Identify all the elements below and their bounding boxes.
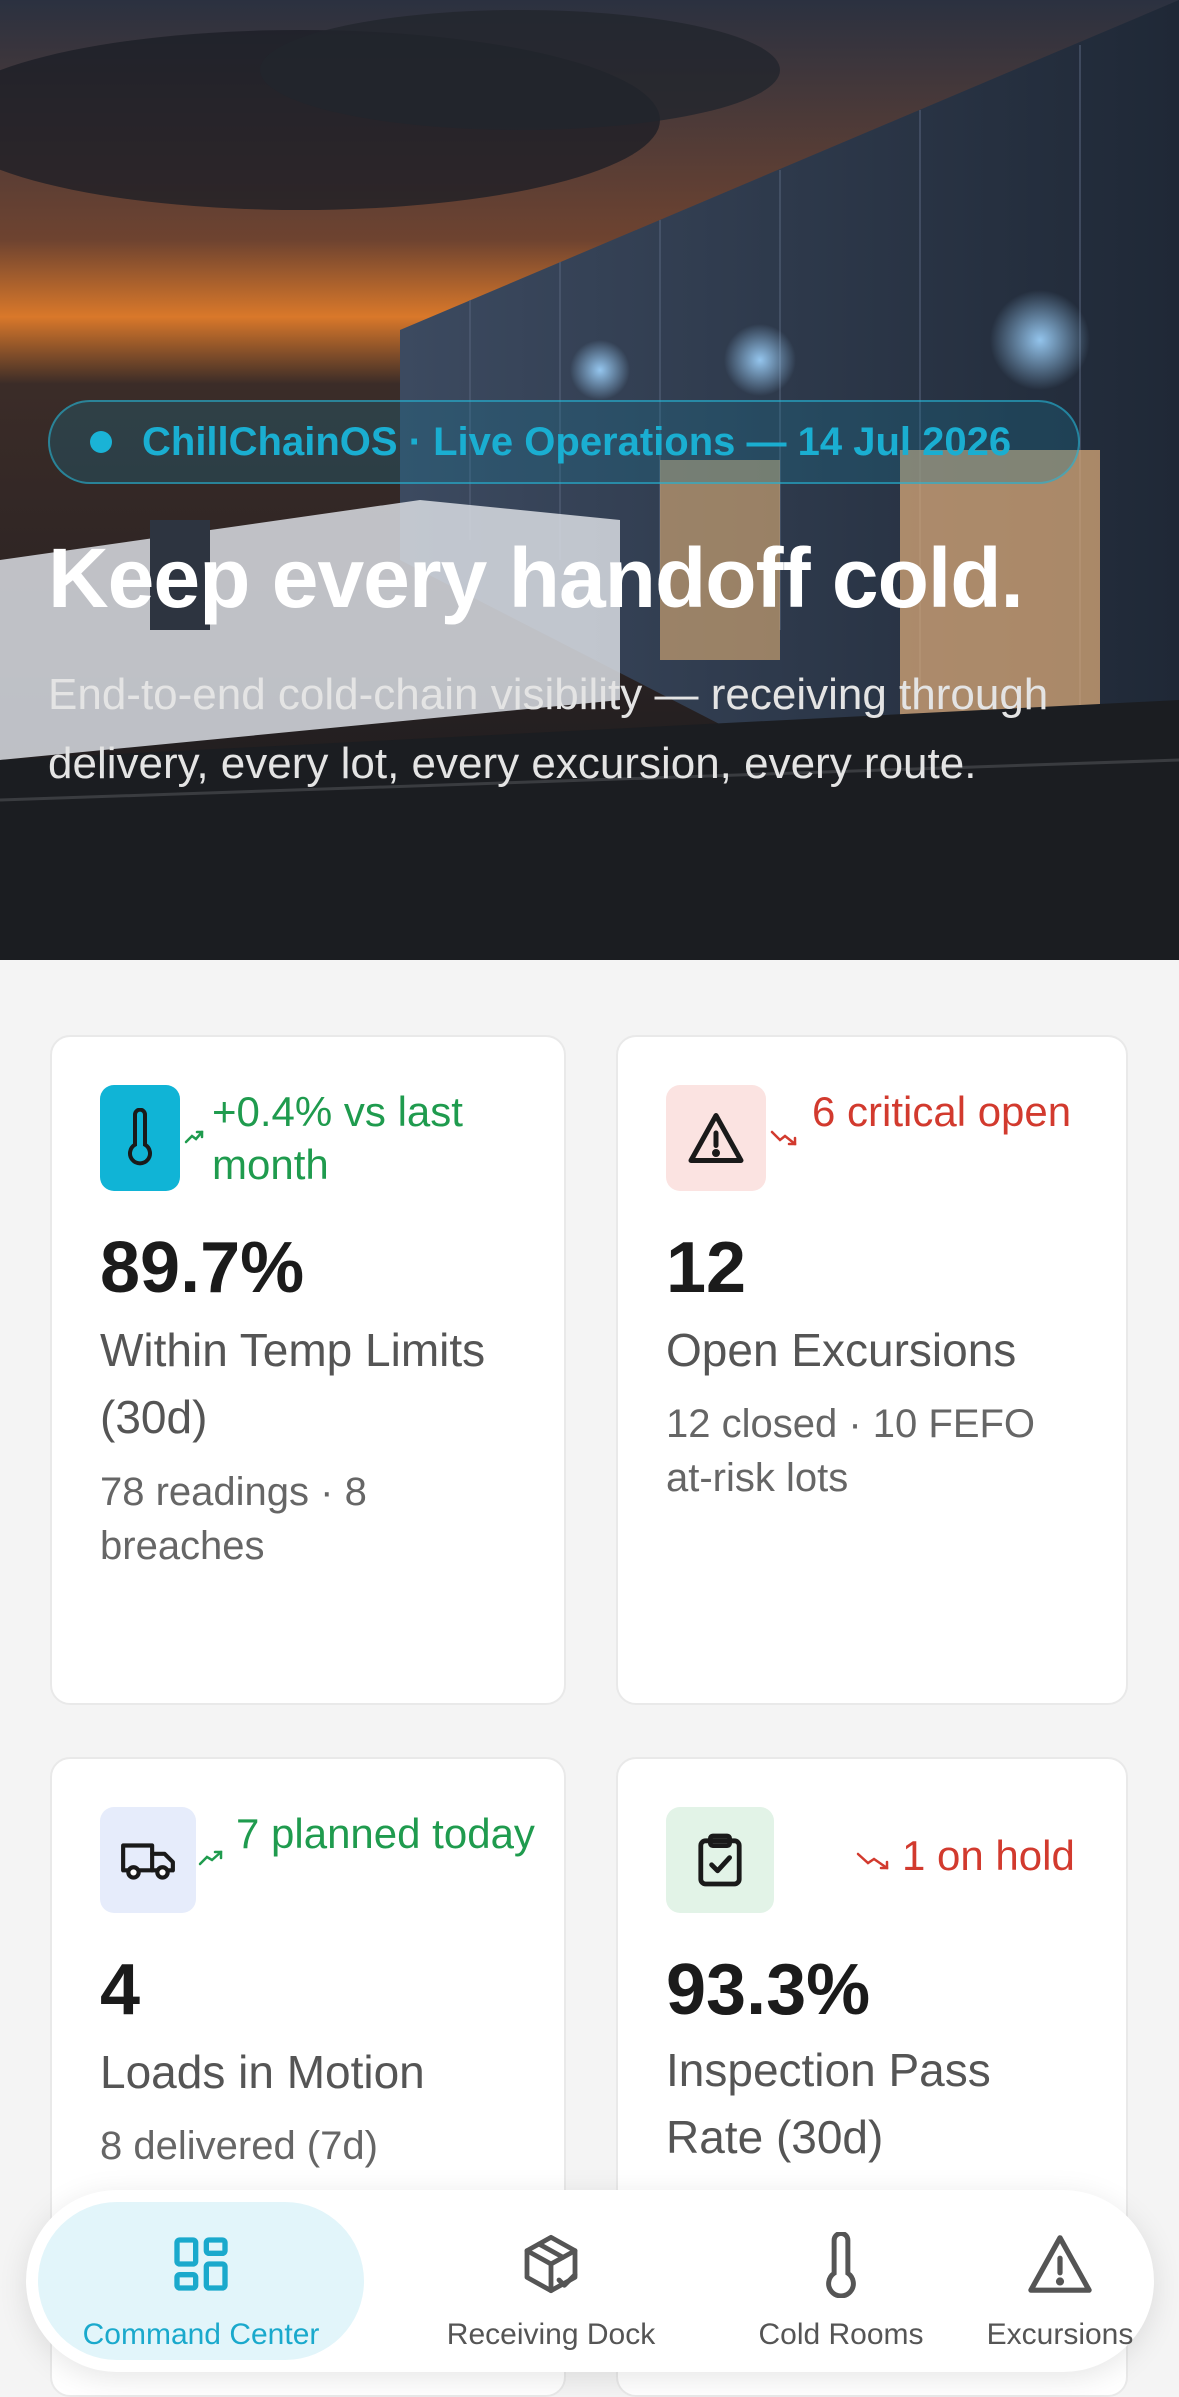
trend-down-icon <box>856 1852 889 1870</box>
warning-icon-box <box>666 1085 766 1191</box>
metric-label: Within Temp Limits (30d) <box>100 1324 486 1443</box>
metric-meta: 78 readings · 8 breaches <box>100 1470 367 1568</box>
thermometer-icon <box>128 1108 152 1166</box>
metric-meta: 12 closed · 10 FEFO at-risk lots <box>666 1402 1036 1500</box>
truck-icon <box>121 1843 175 1880</box>
trend-text: 6 critical open <box>812 1088 1072 1135</box>
metric-value: 4 <box>100 1950 141 2030</box>
hero-banner: ChillChainOS · Live Operations — 14 Jul … <box>0 0 1179 960</box>
metric-meta: 8 delivered (7d) <box>100 2124 378 2168</box>
nav-item-command-center[interactable]: Command Center <box>38 2202 364 2360</box>
nav-label: Cold Rooms <box>758 2318 924 2351</box>
metric-label: Loads in Motion <box>100 2046 425 2098</box>
kpi-card-temp-limits[interactable]: +0.4% vs last month 89.7% Within Temp Li… <box>50 1035 566 1705</box>
trend-up-icon <box>198 1850 223 1866</box>
nav-label: Command Center <box>82 2318 320 2351</box>
metric-value: 93.3% <box>666 1950 871 2030</box>
truck-icon-box <box>100 1807 196 1913</box>
warning-icon <box>688 1113 744 1163</box>
kpi-card-open-excursions[interactable]: 6 critical open 12 Open Excursions 12 cl… <box>616 1035 1128 1705</box>
trend-text: 7 planned today <box>236 1810 535 1857</box>
nav-label: Excursions <box>986 2318 1134 2351</box>
clipboard-icon-box <box>666 1807 774 1913</box>
metric-value: 89.7% <box>100 1228 305 1308</box>
nav-item-excursions[interactable]: Excursions <box>976 2202 1144 2360</box>
trend-down-icon <box>770 1130 797 1146</box>
hero-title: Keep every handoff cold. <box>48 531 1024 625</box>
warning-icon <box>1028 2235 1092 2293</box>
live-status-dot <box>90 431 112 453</box>
trend-up-icon <box>184 1130 204 1144</box>
trend-text: +0.4% vs last month <box>212 1088 463 1188</box>
clipboard-check-icon <box>698 1833 742 1887</box>
trend-text: 1 on hold <box>902 1832 1075 1879</box>
live-operations-text: ChillChainOS · Live Operations — 14 Jul … <box>142 419 1012 464</box>
thermometer-icon-box <box>100 1085 180 1191</box>
grid-icon <box>174 2237 228 2291</box>
live-operations-pill: ChillChainOS · Live Operations — 14 Jul … <box>48 400 1080 484</box>
nav-item-cold-rooms[interactable]: Cold Rooms <box>716 2202 966 2360</box>
nav-label: Receiving Dock <box>446 2318 656 2351</box>
thermometer-icon <box>826 2232 856 2298</box>
metric-label: Inspection Pass Rate (30d) <box>666 2044 991 2163</box>
nav-item-receiving-dock[interactable]: Receiving Dock <box>396 2202 706 2360</box>
hero-subtitle: End-to-end cold-chain visibility — recei… <box>48 670 1049 788</box>
bottom-navigation: Command Center Receiving Dock Cold Rooms… <box>26 2190 1154 2372</box>
metric-label: Open Excursions <box>666 1324 1017 1376</box>
metric-value: 12 <box>666 1228 747 1308</box>
package-check-icon <box>524 2234 578 2294</box>
